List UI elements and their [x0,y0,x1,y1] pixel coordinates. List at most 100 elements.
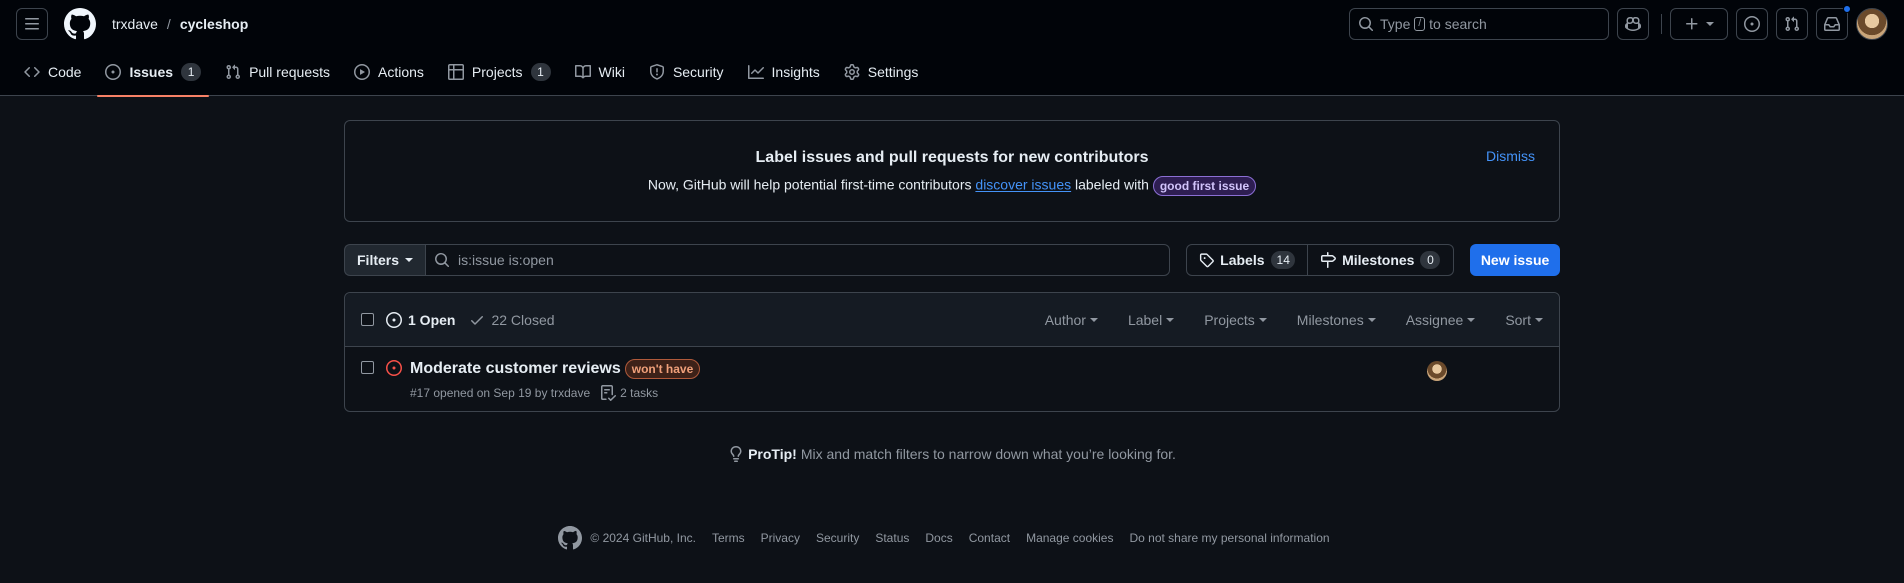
issues-page: Label issues and pull requests for new c… [344,120,1560,550]
tab-security[interactable]: Security [641,48,732,96]
create-new-button[interactable] [1670,8,1728,40]
issue-opened-icon [1744,16,1760,32]
author-filter-label: Author [1044,311,1086,328]
user-avatar[interactable] [1856,8,1888,40]
notification-indicator [1843,5,1851,13]
assignee-filter[interactable]: Assignee [1406,312,1476,328]
sort-filter[interactable]: Sort [1505,312,1543,328]
copilot-button[interactable] [1617,8,1649,40]
menu-button[interactable] [16,8,48,40]
tab-wiki[interactable]: Wiki [567,48,633,96]
search-shortcut-key: / [1414,17,1426,31]
footer-link-do-not-share[interactable]: Do not share my personal information [1129,531,1329,545]
table-icon [447,64,464,80]
github-mark-icon [64,8,96,40]
footer-copyright: © 2024 GitHub, Inc. [590,531,696,545]
projects-filter[interactable]: Projects [1204,312,1267,328]
footer-link-privacy[interactable]: Privacy [761,531,800,545]
issue-content: Moderate customer reviews won't have #17… [410,359,701,411]
label-filter[interactable]: Label [1128,312,1175,328]
tab-code[interactable]: Code [16,48,89,96]
github-logo[interactable] [64,8,96,40]
milestones-button[interactable]: Milestones 0 [1308,244,1455,276]
footer-link-docs[interactable]: Docs [925,531,952,545]
issue-meta-text: #17 opened on Sep 19 by trxdave [410,386,591,400]
issue-checkbox[interactable] [361,361,374,374]
copilot-icon [1625,16,1641,32]
open-issues-toggle[interactable]: 1 Open [386,311,455,328]
tab-pull-requests-label: Pull requests [249,64,330,80]
toolbar-divider [1661,14,1662,34]
issues-list: 1 Open 22 Closed Author Label Projects M… [344,292,1560,412]
labels-label: Labels [1220,252,1265,268]
hamburger-icon [25,18,39,30]
milestone-icon [1321,252,1337,268]
author-filter[interactable]: Author [1045,312,1098,328]
list-filters: Author Label Projects Milestones Assigne… [1045,312,1543,328]
contributors-banner: Label issues and pull requests for new c… [344,120,1560,222]
filters-label: Filters [357,252,400,268]
issues-shortcut-button[interactable] [1736,8,1768,40]
issue-row[interactable]: Moderate customer reviews won't have #17… [345,347,1559,411]
tab-issues-label: Issues [129,64,174,80]
chevron-down-icon [1535,317,1543,322]
sort-filter-label: Sort [1505,311,1531,328]
footer-link-contact[interactable]: Contact [969,531,1010,545]
chevron-down-icon [1706,22,1714,26]
tab-pull-requests[interactable]: Pull requests [217,48,338,96]
chevron-down-icon [1089,317,1098,322]
footer-link-terms[interactable]: Terms [712,531,745,545]
chevron-down-icon [1367,317,1376,322]
assignee-filter-label: Assignee [1405,311,1464,328]
wont-have-label[interactable]: won't have [624,359,701,379]
tab-projects-label: Projects [471,64,523,80]
good-first-issue-label[interactable]: good first issue [1152,176,1257,196]
pull-requests-shortcut-button[interactable] [1776,8,1808,40]
git-pull-request-icon [1785,16,1800,32]
milestones-label: Milestones [1342,252,1415,268]
github-mark-icon [558,526,583,550]
milestones-counter: 0 [1420,251,1441,269]
discover-issues-link[interactable]: discover issues [975,177,1071,193]
tab-projects[interactable]: Projects 1 [440,48,559,96]
tab-issues[interactable]: Issues 1 [97,48,209,97]
banner-text: Now, GitHub will help potential first-ti… [345,176,1559,196]
footer-link-status[interactable]: Status [875,531,909,545]
top-bar: trxdave / cycleshop Type / to search [0,0,1904,48]
labels-counter: 14 [1270,251,1296,269]
new-issue-button[interactable]: New issue [1470,244,1560,276]
tab-insights[interactable]: Insights [740,48,828,96]
breadcrumb-owner[interactable]: trxdave [112,16,158,32]
search-suffix: to search [1429,16,1487,32]
labels-button[interactable]: Labels 14 [1186,244,1309,276]
closed-issues-toggle[interactable]: 22 Closed [469,312,555,328]
milestones-filter-label: Milestones [1296,311,1364,328]
app-header: trxdave / cycleshop Type / to search Cod… [0,0,1904,97]
notifications-button[interactable] [1816,5,1851,40]
breadcrumb-repo[interactable]: cycleshop [180,16,248,32]
checklist-icon [601,385,617,401]
task-progress: 2 tasks [600,385,658,401]
issues-search-input[interactable]: is:issue is:open [425,244,1171,276]
filters-button[interactable]: Filters [344,244,426,276]
search-prefix: Type [1380,16,1411,32]
banner-text-after: labeled with [1075,176,1149,193]
select-all-checkbox[interactable] [361,313,374,326]
search-icon [1359,17,1374,32]
dismiss-button[interactable]: Dismiss [1486,148,1535,164]
git-pull-request-icon [226,64,241,80]
issue-title-link[interactable]: Moderate customer reviews [410,360,621,378]
footer-link-security[interactable]: Security [816,531,859,545]
chevron-down-icon [1258,317,1267,322]
repo-nav: Code Issues 1 Pull requests Actions Proj… [0,48,1904,97]
footer-link-manage-cookies[interactable]: Manage cookies [1026,531,1113,545]
tab-security-label: Security [672,64,724,80]
issue-opened-icon [105,64,122,80]
tab-actions[interactable]: Actions [346,48,432,96]
issues-list-header: 1 Open 22 Closed Author Label Projects M… [345,293,1559,347]
assignee-avatar[interactable] [1427,361,1447,381]
issue-title-line: Moderate customer reviews won't have [410,359,701,379]
global-search[interactable]: Type / to search [1349,8,1609,40]
tab-settings[interactable]: Settings [836,48,927,96]
milestones-filter[interactable]: Milestones [1297,312,1376,328]
